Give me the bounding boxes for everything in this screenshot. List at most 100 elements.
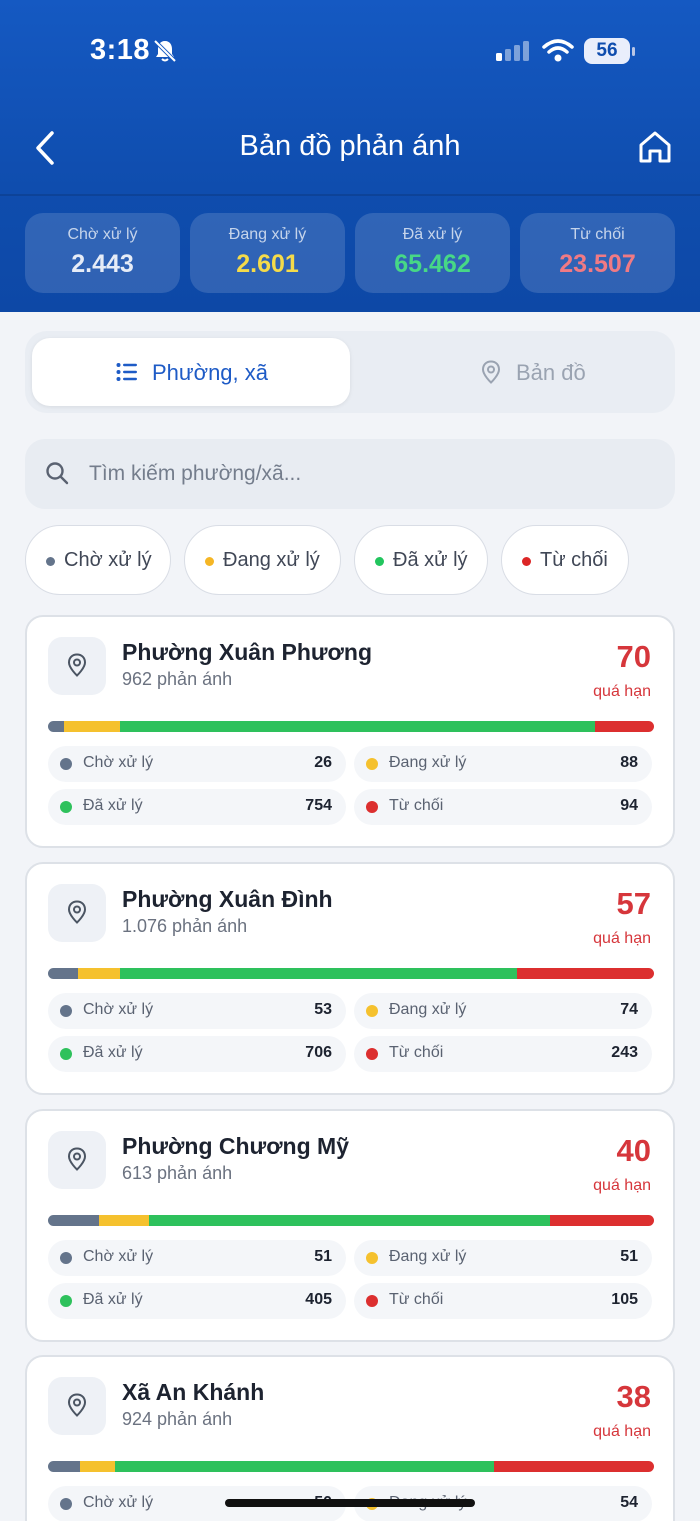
battery-level: 56 (584, 38, 630, 64)
status-pill-pending: Chờ xử lý 53 (48, 993, 346, 1029)
bar-segment-processing (64, 721, 120, 732)
ward-name: Phường Chương Mỹ (122, 1133, 349, 1159)
stat-card-done: Đã xử lý 65.462 (355, 213, 510, 293)
search-box (25, 439, 675, 509)
wifi-icon (542, 39, 574, 62)
stat-value: 65.462 (394, 250, 471, 278)
stat-label: Đã xử lý (402, 226, 463, 243)
status-pill-processing: Đang xử lý 51 (354, 1240, 652, 1276)
status-label: Từ chối (389, 1291, 444, 1308)
bell-muted-icon (153, 39, 177, 63)
stat-value: 23.507 (559, 250, 636, 278)
ward-pin (48, 884, 106, 942)
tab-ward-list-label: Phường, xã (152, 360, 268, 385)
status-time: 3:18 (90, 34, 151, 66)
search-input[interactable] (89, 455, 649, 493)
filter-chip-done[interactable]: Đã xử lý (354, 525, 488, 595)
status-label: Đã xử lý (83, 1044, 143, 1061)
status-dot (60, 1498, 72, 1510)
tab-ward-list[interactable]: Phường, xã (32, 338, 350, 406)
filter-chip-pending[interactable]: Chờ xử lý (25, 525, 171, 595)
status-bar: 3:18 56 (0, 0, 700, 100)
bar-segment-pending (48, 1461, 81, 1472)
status-label: Đang xử lý (389, 754, 467, 771)
status-dot (366, 1295, 378, 1307)
filter-chip-processing[interactable]: Đang xử lý (184, 525, 341, 595)
stat-card-pending: Chờ xử lý 2.443 (25, 213, 180, 293)
header-divider (0, 194, 700, 196)
status-label: Chờ xử lý (83, 1248, 154, 1265)
status-dot (60, 801, 72, 813)
bar-segment-rejected (594, 721, 654, 732)
status-dot (366, 1048, 378, 1060)
ward-name: Xã An Khánh (122, 1379, 265, 1405)
status-progress-bar (48, 1461, 654, 1472)
status-pill-pending: Chờ xử lý 26 (48, 746, 346, 782)
home-icon[interactable] (636, 128, 674, 166)
stat-label: Đang xử lý (228, 226, 307, 243)
status-label: Chờ xử lý (83, 1001, 154, 1018)
bar-segment-done (119, 968, 518, 979)
status-dot (60, 1295, 72, 1307)
status-dot (366, 1005, 378, 1017)
ward-name: Phường Xuân Đình (122, 886, 333, 912)
status-progress-bar (48, 721, 654, 732)
stat-card-processing: Đang xử lý 2.601 (190, 213, 345, 293)
status-count: 53 (314, 1001, 332, 1018)
status-count: 74 (620, 1001, 638, 1018)
bar-segment-pending (48, 721, 65, 732)
status-count: 51 (314, 1248, 332, 1265)
status-pill-rejected: Từ chối 243 (354, 1036, 652, 1072)
status-pill-done: Đã xử lý 754 (48, 789, 346, 825)
status-label: Đang xử lý (389, 1248, 467, 1265)
status-pill-processing: Đang xử lý 74 (354, 993, 652, 1029)
ward-card[interactable]: Xã An Khánh 924 phản ánh 38 quá hạn Chờ xử l… (25, 1355, 675, 1521)
status-label: Đang xử lý (389, 1001, 467, 1018)
app-header: 3:18 56 Bản đồ phản ánh Chờ xử lý 2.443 … (0, 0, 700, 312)
tab-map[interactable]: Bản đồ (350, 338, 668, 406)
ward-card[interactable]: Phường Xuân Đình 1.076 phản ánh 57 quá hạn C… (25, 862, 675, 1095)
ward-pin (48, 637, 106, 695)
overdue-count: 38 (616, 1379, 651, 1414)
overdue-label: quá hạn (593, 930, 651, 947)
ward-card[interactable]: Phường Xuân Phương 962 phản ánh 70 quá hạn C… (25, 615, 675, 848)
bar-segment-processing (77, 968, 120, 979)
filter-chip-label: Đã xử lý (393, 549, 468, 571)
status-pill-rejected: Từ chối 105 (354, 1283, 652, 1319)
battery-indicator: 56 (584, 38, 636, 64)
status-label: Chờ xử lý (83, 1494, 154, 1511)
status-dot (60, 1252, 72, 1264)
map-pin-icon (67, 900, 87, 924)
ward-report-count: 962 phản ánh (122, 669, 233, 689)
status-label: Từ chối (389, 797, 444, 814)
status-count: 405 (305, 1291, 332, 1308)
status-pill-done: Đã xử lý 405 (48, 1283, 346, 1319)
status-label: Đã xử lý (83, 797, 143, 814)
status-count: 94 (620, 797, 638, 814)
overdue-count: 57 (616, 886, 651, 921)
filter-chip-label: Từ chối (540, 549, 608, 571)
filter-chip-rejected[interactable]: Từ chối (501, 525, 629, 595)
view-toggle: Phường, xã Bản đồ (25, 331, 675, 413)
filter-chip-label: Chờ xử lý (64, 549, 152, 571)
filter-chip-label: Đang xử lý (223, 549, 320, 571)
status-pill-processing: Đang xử lý 88 (354, 746, 652, 782)
stat-label: Chờ xử lý (67, 226, 138, 243)
bar-segment-rejected (550, 1215, 654, 1226)
navigation-bar: Bản đồ phản ánh (0, 110, 700, 186)
overdue-label: quá hạn (593, 1177, 651, 1194)
status-progress-bar (48, 1215, 654, 1226)
status-dot (60, 1005, 72, 1017)
ward-card[interactable]: Phường Chương Mỹ 613 phản ánh 40 quá hạn Chờ… (25, 1109, 675, 1342)
status-label: Đã xử lý (83, 1291, 143, 1308)
bar-segment-pending (48, 1215, 99, 1226)
stat-card-rejected: Từ chối 23.507 (520, 213, 675, 293)
status-dot (60, 1048, 72, 1060)
status-dot (205, 557, 214, 566)
status-count: 243 (611, 1044, 638, 1061)
list-icon (116, 363, 137, 381)
status-count: 88 (620, 754, 638, 771)
status-dot (60, 758, 72, 770)
map-pin-icon (67, 653, 87, 677)
stat-label: Từ chối (570, 226, 625, 243)
